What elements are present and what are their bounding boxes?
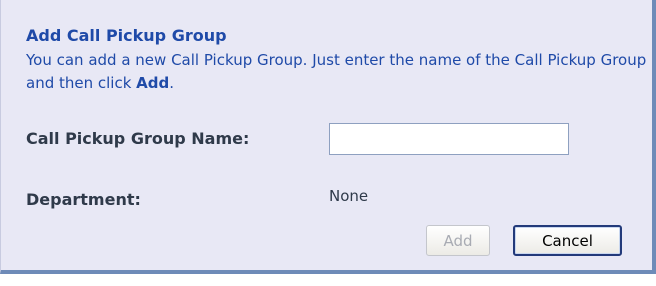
- department-label: Department:: [26, 190, 141, 209]
- add-call-pickup-group-dialog: Add Call Pickup Group You can add a new …: [0, 0, 656, 274]
- dialog-title: Add Call Pickup Group: [26, 26, 227, 45]
- group-name-input[interactable]: [329, 123, 569, 155]
- group-name-label: Call Pickup Group Name:: [26, 129, 250, 148]
- description-end: .: [169, 74, 175, 92]
- description-add-emphasis: Add: [136, 74, 170, 92]
- cancel-button[interactable]: Cancel: [513, 225, 622, 256]
- dialog-description: You can add a new Call Pickup Group. Jus…: [26, 49, 651, 95]
- description-text: You can add a new Call Pickup Group. Jus…: [26, 51, 647, 92]
- add-button[interactable]: Add: [426, 225, 490, 256]
- department-value: None: [329, 187, 369, 205]
